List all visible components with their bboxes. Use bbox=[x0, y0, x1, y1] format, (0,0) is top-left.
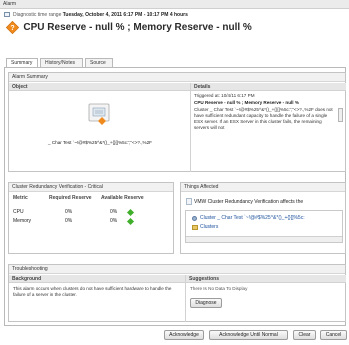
details-header: Details bbox=[191, 83, 346, 91]
cancel-button[interactable]: Cancel bbox=[320, 330, 347, 340]
alarm-summary-panel: Alarm Summary Object _ Char Test `~!@#$%… bbox=[8, 72, 346, 172]
suggestions-column: Suggestions There Is No Data To Display … bbox=[186, 275, 346, 322]
redundancy-title: Cluster Redundancy Verification - Critic… bbox=[9, 183, 173, 192]
acknowledge-button[interactable]: Acknowledge bbox=[164, 330, 204, 340]
row-cpu-available: 0% bbox=[110, 209, 118, 215]
folder-icon bbox=[192, 225, 198, 230]
object-column: Object _ Char Test `~!@#$%25^&*()_+{}[]%… bbox=[9, 83, 191, 172]
clear-button[interactable]: Clear bbox=[293, 330, 316, 340]
acknowledge-until-normal-button[interactable]: Acknowledge Until Normal bbox=[209, 330, 288, 340]
tree-item-clusters[interactable]: Clusters bbox=[200, 224, 218, 230]
suggestions-header: Suggestions bbox=[186, 275, 346, 283]
object-caption[interactable]: _ Char Test `~!@#$%25^&*()_+{}[]%5c:';"<… bbox=[11, 140, 189, 145]
column-required-reserve: Required Reserve bbox=[49, 195, 92, 201]
tab-history-notes[interactable]: History/Notes bbox=[40, 58, 83, 67]
things-affected-intro: VMW Cluster Redundancy Verification affe… bbox=[194, 199, 304, 205]
detail-title: CPU Reserve - null % ; Memory Reserve - … bbox=[194, 100, 299, 105]
calendar-icon bbox=[4, 12, 10, 17]
troubleshooting-title: Troubleshooting bbox=[9, 265, 345, 274]
time-range-value: Tuesday, October 4, 2011 6:17 PM - 10:17… bbox=[62, 12, 188, 18]
tab-source[interactable]: Source bbox=[85, 58, 113, 67]
status-ok-icon bbox=[126, 217, 135, 226]
diagnose-button[interactable]: Diagnose bbox=[190, 298, 222, 308]
page-title: CPU Reserve - null % ; Memory Reserve - … bbox=[23, 22, 252, 33]
suggestions-text: There Is No Data To Display bbox=[190, 286, 248, 291]
column-available-reserve: Available Reserve bbox=[101, 195, 144, 201]
tree-item-cluster[interactable]: Cluster _ Char Test `~!@#$%25^&*()_+{}[]… bbox=[200, 215, 305, 221]
redundancy-panel: Cluster Redundancy Verification - Critic… bbox=[8, 182, 174, 254]
column-metric: Metric bbox=[13, 195, 28, 201]
detail-scrollbar[interactable] bbox=[338, 108, 343, 122]
things-affected-title: Things Affected bbox=[181, 183, 345, 192]
affected-tree: Cluster _ Char Test `~!@#$%25^&*()_+{}[]… bbox=[185, 210, 343, 243]
troubleshooting-panel: Troubleshooting Background This alarm oc… bbox=[8, 264, 346, 322]
row-memory-required: 0% bbox=[65, 218, 73, 224]
details-column: Details Triggered at: 10/4/11 6:17 PM CP… bbox=[191, 83, 346, 172]
row-cpu-metric: CPU bbox=[13, 209, 24, 215]
alarm-header: ? CPU Reserve - null % ; Memory Reserve … bbox=[6, 21, 252, 37]
things-affected-panel: Things Affected VMW Cluster Redundancy V… bbox=[180, 182, 346, 254]
time-range-prefix: Diagnostic time range bbox=[13, 12, 62, 18]
row-memory-metric: Memory bbox=[13, 218, 32, 224]
alarm-critical-icon: ? bbox=[6, 21, 19, 34]
window-title: Alarm bbox=[3, 1, 17, 7]
tree-scrollbar[interactable] bbox=[186, 236, 342, 242]
window-title-bar: Alarm bbox=[0, 0, 349, 9]
background-column: Background This alarm occurs when cluste… bbox=[9, 275, 186, 322]
tree-node-icon bbox=[192, 216, 197, 221]
alarm-summary-title: Alarm Summary bbox=[9, 73, 345, 82]
time-range[interactable]: Diagnostic time range Tuesday, October 4… bbox=[4, 11, 188, 20]
row-cpu-required: 0% bbox=[65, 209, 73, 215]
cluster-object-icon bbox=[88, 103, 110, 125]
document-icon bbox=[186, 198, 192, 205]
background-text: This alarm occurs when clusters do not h… bbox=[13, 286, 172, 297]
svg-text:?: ? bbox=[10, 25, 14, 32]
background-header: Background bbox=[9, 275, 185, 283]
row-memory-available: 0% bbox=[110, 218, 118, 224]
status-ok-icon bbox=[126, 208, 135, 217]
object-header: Object bbox=[9, 83, 190, 91]
detail-body: Cluster _ Char Test `~!@#$%25^&*()_+{}[]… bbox=[194, 107, 333, 130]
triggered-at: Triggered at: 10/4/11 6:17 PM bbox=[194, 93, 255, 98]
